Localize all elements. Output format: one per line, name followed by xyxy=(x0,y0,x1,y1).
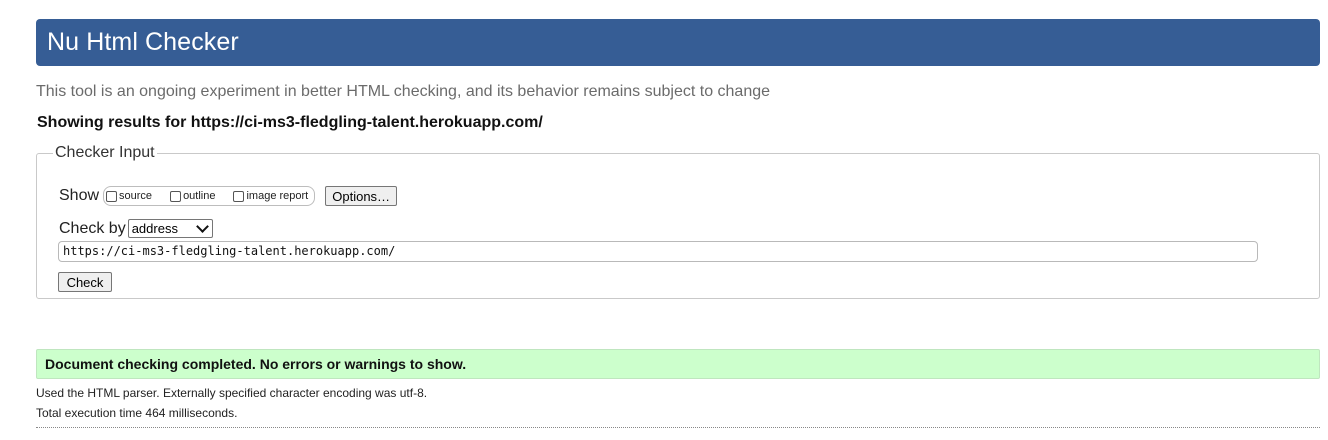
parser-info: Used the HTML parser. Externally specifi… xyxy=(36,386,428,400)
check-by-row: Check by address xyxy=(59,219,213,238)
chevron-down-icon xyxy=(195,220,209,233)
check-by-selected-value: address xyxy=(131,221,178,236)
show-source-option[interactable]: source xyxy=(106,190,152,202)
image-report-checkbox[interactable] xyxy=(233,190,245,202)
divider xyxy=(36,427,1320,428)
check-by-label: Check by xyxy=(59,219,126,237)
page-title: Nu Html Checker xyxy=(47,28,239,56)
checker-input-fieldset: Checker Input Show source outline image … xyxy=(36,144,1320,299)
check-button[interactable]: Check xyxy=(58,272,112,292)
source-checkbox-label: source xyxy=(119,190,153,202)
page-header: Nu Html Checker xyxy=(36,19,1320,66)
image-report-checkbox-label: image report xyxy=(246,190,309,202)
check-by-select[interactable]: address xyxy=(127,219,213,238)
show-label: Show xyxy=(59,187,100,204)
outline-checkbox-label: outline xyxy=(183,190,216,202)
options-button[interactable]: Options… xyxy=(325,186,398,206)
source-checkbox[interactable] xyxy=(106,190,118,202)
tagline: This tool is an ongoing experiment in be… xyxy=(36,83,771,100)
results-heading: Showing results for https://ci-ms3-fledg… xyxy=(37,114,543,131)
outline-checkbox[interactable] xyxy=(170,190,182,202)
page: Nu Html Checker This tool is an ongoing … xyxy=(0,0,1328,440)
show-outline-option[interactable]: outline xyxy=(170,190,215,202)
show-row: Show source outline image report Options… xyxy=(59,186,398,206)
url-input[interactable]: https://ci-ms3-fledgling-talent.herokuap… xyxy=(58,241,1258,262)
execution-time: Total execution time 464 milliseconds. xyxy=(36,406,238,420)
show-options-group: source outline image report xyxy=(103,186,316,206)
show-image-report-option[interactable]: image report xyxy=(233,190,308,202)
checker-input-legend: Checker Input xyxy=(55,144,155,161)
success-message: Document checking completed. No errors o… xyxy=(36,349,1320,379)
